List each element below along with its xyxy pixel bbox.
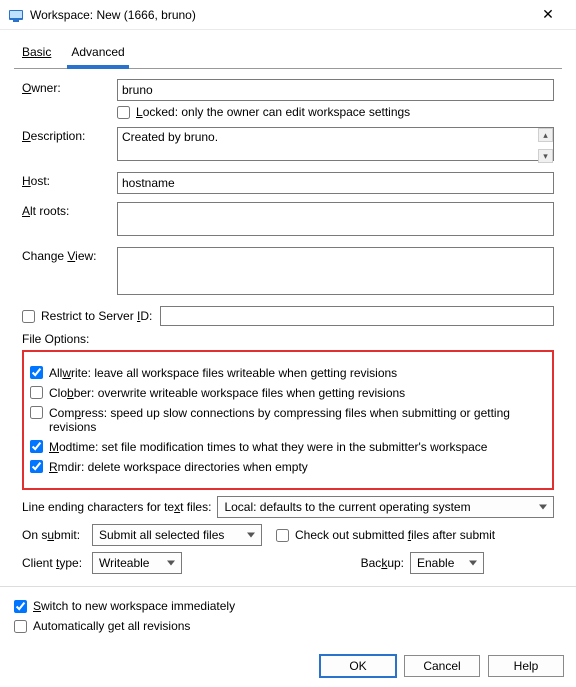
modtime-label: Modtime: set file modification times to …	[49, 440, 487, 454]
window-title: Workspace: New (1666, bruno)	[30, 8, 528, 22]
owner-input[interactable]	[117, 79, 554, 101]
changeview-label: Change View:	[22, 247, 117, 263]
clobber-label: Clobber: overwrite writeable workspace f…	[49, 386, 405, 400]
scroll-down-icon[interactable]: ▾	[538, 149, 553, 163]
host-input[interactable]	[117, 172, 554, 194]
description-label: Description:	[22, 127, 117, 143]
compress-label: Compress: speed up slow connections by c…	[49, 406, 546, 434]
checkout-checkbox[interactable]	[276, 529, 289, 542]
allwrite-checkbox[interactable]	[30, 366, 43, 379]
autoget-checkbox[interactable]	[14, 620, 27, 633]
locked-label: Locked: only the owner can edit workspac…	[136, 105, 410, 119]
modtime-checkbox[interactable]	[30, 440, 43, 453]
onsubmit-select[interactable]: Submit all selected files	[92, 524, 262, 546]
switch-label: Switch to new workspace immediately	[33, 599, 235, 613]
clienttype-label: Client type:	[22, 556, 86, 570]
rmdir-label: Rmdir: delete workspace directories when…	[49, 460, 308, 474]
restrict-checkbox[interactable]	[22, 310, 35, 323]
tab-advanced[interactable]: Advanced	[67, 41, 128, 69]
description-textarea[interactable]	[117, 127, 554, 161]
checkout-label: Check out submitted files after submit	[295, 528, 495, 542]
switch-checkbox[interactable]	[14, 600, 27, 613]
autoget-label: Automatically get all revisions	[33, 619, 190, 633]
tab-basic[interactable]: Basic	[18, 41, 55, 69]
altroots-textarea[interactable]	[117, 202, 554, 236]
close-button[interactable]: ✕	[528, 1, 568, 29]
ok-button[interactable]: OK	[320, 655, 396, 677]
onsubmit-label: On submit:	[22, 528, 86, 542]
lineending-select[interactable]: Local: defaults to the current operating…	[217, 496, 554, 518]
tab-bar: Basic Advanced	[14, 40, 562, 69]
restrict-input[interactable]	[160, 306, 554, 326]
file-options-group: Allwrite: leave all workspace files writ…	[22, 350, 554, 490]
changeview-textarea[interactable]	[117, 247, 554, 295]
cancel-button[interactable]: Cancel	[404, 655, 480, 677]
rmdir-checkbox[interactable]	[30, 460, 43, 473]
clienttype-select[interactable]: Writeable	[92, 552, 182, 574]
compress-checkbox[interactable]	[30, 406, 43, 419]
backup-select[interactable]: Enable	[410, 552, 484, 574]
lineending-label: Line ending characters for text files:	[22, 500, 211, 514]
owner-label: Owner:	[22, 79, 117, 95]
backup-label: Backup:	[361, 556, 404, 570]
help-button[interactable]: Help	[488, 655, 564, 677]
host-label: Host:	[22, 172, 117, 188]
scroll-up-icon[interactable]: ▴	[538, 128, 553, 142]
button-bar: OK Cancel Help	[0, 649, 576, 687]
altroots-label: Alt roots:	[22, 202, 117, 218]
app-icon	[8, 7, 24, 23]
restrict-label: Restrict to Server ID:	[41, 309, 152, 323]
fileoptions-label: File Options:	[22, 332, 554, 346]
clobber-checkbox[interactable]	[30, 386, 43, 399]
titlebar: Workspace: New (1666, bruno) ✕	[0, 0, 576, 30]
allwrite-label: Allwrite: leave all workspace files writ…	[49, 366, 397, 380]
locked-checkbox[interactable]	[117, 106, 130, 119]
